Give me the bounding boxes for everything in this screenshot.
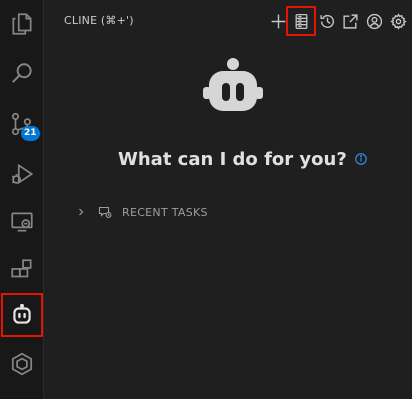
recent-tasks-label: RECENT TASKS [122,205,208,219]
account-icon [366,13,382,29]
extensions-icon [11,259,32,278]
remote-explorer-icon [11,212,33,232]
welcome-heading-row: What can I do for you? [118,146,367,172]
info-icon[interactable] [355,153,367,165]
files-icon [12,13,32,35]
cline-logo [203,58,263,111]
history-button[interactable] [316,10,338,32]
activity-remote-explorer[interactable] [0,198,44,246]
activity-cline[interactable] [1,293,43,337]
activity-explorer[interactable] [0,0,44,48]
history-icon [319,14,334,28]
activity-run-debug[interactable] [0,150,44,198]
activity-extensions[interactable] [0,246,44,294]
vscode-window: 21 CLINE (⌘+') What can I do for you? RE… [0,0,412,399]
source-control-badge: 21 [21,126,40,141]
chevron-right-icon [76,207,86,217]
activity-bar: 21 [0,0,44,399]
hexagon-icon [11,352,33,376]
comment-history-icon [98,205,112,219]
account-button[interactable] [363,10,385,32]
welcome-heading: What can I do for you? [118,148,347,170]
link-external-icon [342,13,358,29]
popout-button[interactable] [339,10,361,32]
panel-title: CLINE (⌘+') [64,14,134,27]
activity-source-control[interactable]: 21 [0,100,44,148]
mcp-servers-button[interactable] [286,6,316,36]
activity-other-extension[interactable] [0,340,44,388]
run-debug-icon [11,163,34,185]
recent-tasks-toggle[interactable]: RECENT TASKS [76,202,208,222]
search-icon [12,63,32,83]
cline-robot-icon [13,303,31,324]
server-icon [295,13,307,29]
plus-icon [271,14,285,28]
activity-search[interactable] [0,50,44,98]
settings-button[interactable] [387,10,409,32]
panel-header: CLINE (⌘+') [45,0,412,42]
gear-icon [389,12,407,30]
